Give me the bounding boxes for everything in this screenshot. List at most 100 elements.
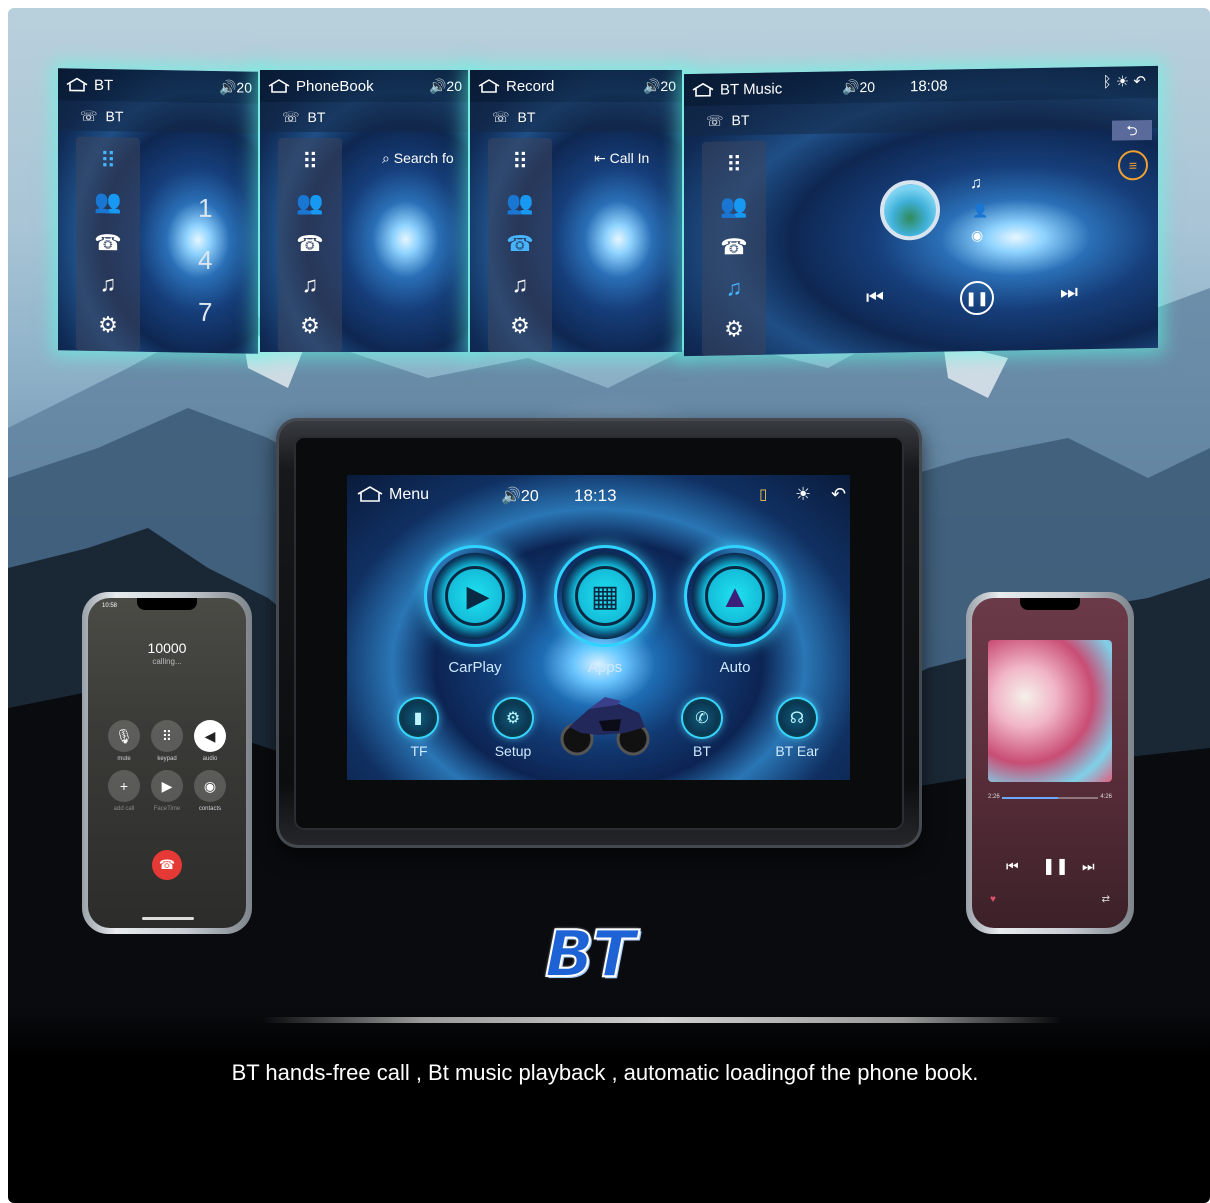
dialpad-icon[interactable]: ⠿ (726, 153, 742, 178)
volume-value: 20 (446, 78, 462, 94)
return-icon: ⮌ (1126, 122, 1138, 139)
phone-screen: 2:26 4:26 ⏮ ❚❚ ⏭ ♥ ⇄ (972, 598, 1128, 928)
music-icon[interactable]: ♫ (726, 275, 743, 300)
contacts-button[interactable]: ◉ (194, 770, 226, 802)
volume-indicator[interactable]: 🔊20 (219, 79, 252, 97)
pause-icon[interactable]: ❚❚ (1042, 856, 1069, 876)
hang-up-icon: ☎ (158, 857, 176, 872)
brightness-icon[interactable]: ☀ (795, 484, 811, 505)
motorcycle-image (560, 697, 650, 756)
contacts-icon[interactable]: 👥 (94, 189, 121, 214)
volume-indicator[interactable]: 🔊20 (501, 486, 539, 506)
end-call-button[interactable]: ☎ (152, 850, 182, 880)
call-log-icon[interactable]: ☎ (94, 230, 121, 255)
facetime-button[interactable]: ▶ (151, 770, 183, 802)
settings-icon[interactable]: ⚙ (300, 314, 320, 337)
equalizer-icon[interactable]: ≡ (1118, 150, 1148, 181)
screen-record: Record 🔊20 ☏ BT ⠿ 👥 ☎ ♫ ⚙ ⇤ Call In (470, 70, 682, 352)
volume-indicator[interactable]: 🔊20 (429, 78, 462, 95)
phone-icon: ☏ (492, 108, 510, 125)
dialpad-icon[interactable]: ⠿ (302, 151, 318, 173)
phone-notch (1020, 598, 1080, 610)
button-label: FaceTime (153, 806, 181, 812)
repeat-icon[interactable]: ⇄ (1102, 894, 1110, 905)
settings-icon[interactable]: ⚙ (510, 314, 530, 337)
dialpad-icon[interactable]: ⠿ (100, 148, 116, 173)
bt-button[interactable]: ✆ (683, 699, 721, 737)
previous-track-icon[interactable]: ⏮ (866, 287, 884, 310)
dial-key[interactable]: 4 (198, 245, 212, 276)
clock: 18:08 (910, 77, 948, 96)
search-icon: ⌕ (382, 150, 394, 166)
heart-icon[interactable]: ♥ (990, 894, 996, 905)
artist-icon: 👤 (972, 202, 989, 219)
menu-label[interactable]: Menu (389, 486, 429, 504)
brightness-icon[interactable]: ☀ (1116, 73, 1134, 90)
play-icon: ▶ (466, 579, 490, 613)
return-button[interactable]: ⮌ (1112, 119, 1152, 141)
contacts-icon[interactable]: 👥 (296, 192, 323, 214)
add-call-button[interactable]: + (108, 770, 140, 802)
mute-mic-icon: 🎙 (115, 727, 133, 744)
phone-calling: 10:58 10000 calling... 🎙 ⠿ ◀ mute keypad… (82, 592, 252, 934)
app-label: TF (410, 743, 428, 759)
screen-title: PhoneBook (296, 77, 374, 95)
speaker-icon: 🔊 (501, 488, 521, 505)
dial-key[interactable]: 7 (198, 297, 212, 328)
next-track-icon[interactable]: ⏭ (1060, 281, 1078, 304)
screen-phonebook: PhoneBook 🔊20 ☏ BT ⠿ 👥 ☎ ♫ ⚙ ⌕ Search fo (260, 70, 468, 352)
volume-indicator[interactable]: 🔊20 (842, 79, 875, 97)
contacts-icon[interactable]: 👥 (506, 192, 533, 214)
home-icon[interactable] (692, 82, 714, 97)
album-art (880, 179, 940, 241)
home-icon[interactable] (478, 79, 500, 93)
previous-track-icon[interactable]: ⏮ (1006, 858, 1019, 875)
keypad-button[interactable]: ⠿ (151, 720, 183, 752)
elapsed-time: 2:26 (988, 794, 1000, 800)
carplay-app-button[interactable]: ▶ (427, 548, 523, 644)
phone-notch (137, 598, 197, 610)
apps-app-button[interactable]: ▦ (557, 548, 653, 644)
music-icon[interactable]: ♫ (512, 273, 529, 296)
back-icon[interactable]: ↶ (1133, 73, 1146, 90)
audio-button[interactable]: ◀ (194, 720, 226, 752)
bt-ear-button[interactable]: ☊ (778, 699, 816, 737)
home-icon[interactable] (357, 486, 383, 502)
back-icon[interactable]: ↶ (831, 484, 846, 505)
volume-value: 20 (236, 79, 252, 96)
bt-label: BT (517, 109, 536, 125)
screen-title: BT Music (720, 79, 783, 99)
call-status: calling... (152, 657, 182, 666)
music-icon[interactable]: ♫ (302, 273, 319, 296)
bt-sidebar: ⠿ 👥 ☎ ♫ ⚙ (278, 138, 342, 352)
phone-music-player: 2:26 4:26 ⏮ ❚❚ ⏭ ♥ ⇄ (966, 592, 1134, 934)
bt-subheader: ☏ BT (470, 102, 682, 132)
next-track-icon[interactable]: ⏭ (1082, 858, 1095, 875)
button-label: keypad (157, 756, 177, 762)
dial-key[interactable]: 1 (198, 193, 212, 224)
contacts-icon[interactable]: 👥 (720, 193, 747, 218)
tf-card-button[interactable]: ▮ (399, 699, 437, 737)
bt-subheader: ☏ BT (260, 102, 468, 132)
call-log-icon[interactable]: ☎ (720, 234, 747, 259)
home-icon[interactable] (268, 79, 290, 93)
pause-button[interactable]: ❚❚ (960, 280, 994, 316)
music-icon[interactable]: ♫ (100, 271, 117, 296)
sd-card-icon: ▮ (413, 710, 423, 727)
call-in-tab[interactable]: ⇤ Call In (594, 150, 649, 167)
home-indicator[interactable] (142, 917, 194, 920)
search-field[interactable]: ⌕ Search fo (382, 150, 454, 167)
settings-icon[interactable]: ⚙ (724, 316, 744, 341)
android-auto-app-button[interactable]: ▲ (687, 548, 783, 644)
home-icon[interactable] (66, 77, 88, 92)
settings-icon[interactable]: ⚙ (98, 312, 118, 337)
mute-button[interactable]: 🎙 (108, 720, 140, 752)
dialpad-icon[interactable]: ⠿ (512, 151, 528, 173)
call-log-icon[interactable]: ☎ (296, 232, 323, 255)
progress-track[interactable] (1002, 797, 1098, 799)
call-log-icon[interactable]: ☎ (506, 232, 533, 255)
bt-label: BT (731, 111, 750, 129)
setup-button[interactable]: ⚙ (494, 699, 532, 737)
volume-indicator[interactable]: 🔊20 (643, 78, 676, 95)
button-label: mute (117, 756, 131, 762)
